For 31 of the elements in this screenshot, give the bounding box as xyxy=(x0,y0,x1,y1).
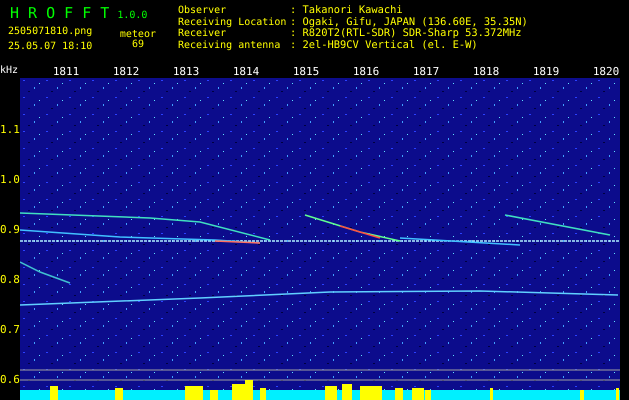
x-axis-label: 1817 xyxy=(412,64,440,78)
y-axis-label: 1.0 xyxy=(0,173,20,187)
info-value: : Ogaki, Gifu, JAPAN (136.60E, 35.35N) xyxy=(290,16,528,28)
info-value: : 2el-HB9CV Vertical (el. E-W) xyxy=(290,40,479,52)
x-axis-label: 1818 xyxy=(472,64,500,78)
count-label: meteor xyxy=(118,28,156,39)
info-value: : Takanori Kawachi xyxy=(290,5,404,17)
x-axis-label: 1811 xyxy=(52,64,80,78)
file-name: 2505071810.png xyxy=(8,25,94,39)
y-axis-label: 0.7 xyxy=(0,323,20,337)
app-version: 1.0.0 xyxy=(117,10,148,21)
x-axis-label: 1815 xyxy=(292,64,320,78)
info-label: Receiver xyxy=(178,28,228,40)
x-axis-label: 1819 xyxy=(532,64,560,78)
app-title: H R O F F T xyxy=(10,4,110,22)
info-label: Receiving antenna xyxy=(178,40,282,52)
y-axis-label: 1.1 xyxy=(0,123,20,137)
x-axis-label: 1812 xyxy=(112,64,140,78)
x-axis-label: 1820 xyxy=(592,64,620,78)
x-axis-label: 1814 xyxy=(232,64,260,78)
info-label: Observer xyxy=(178,5,228,17)
meteor-count: 69 xyxy=(130,39,146,52)
info-value: : R820T2(RTL-SDR) SDR-Sharp 53.372MHz xyxy=(290,28,522,40)
x-axis-label: 1816 xyxy=(352,64,380,78)
info-label: Receiving Location xyxy=(178,16,288,28)
axis-unit: kHz xyxy=(0,65,18,77)
y-axis-label: 0.8 xyxy=(0,273,20,287)
y-axis-label: 0.9 xyxy=(0,223,20,237)
y-axis-label: 0.6 xyxy=(0,373,20,387)
x-axis-label: 1813 xyxy=(172,64,200,78)
date-time: 25.05.07 18:10 xyxy=(8,40,94,53)
